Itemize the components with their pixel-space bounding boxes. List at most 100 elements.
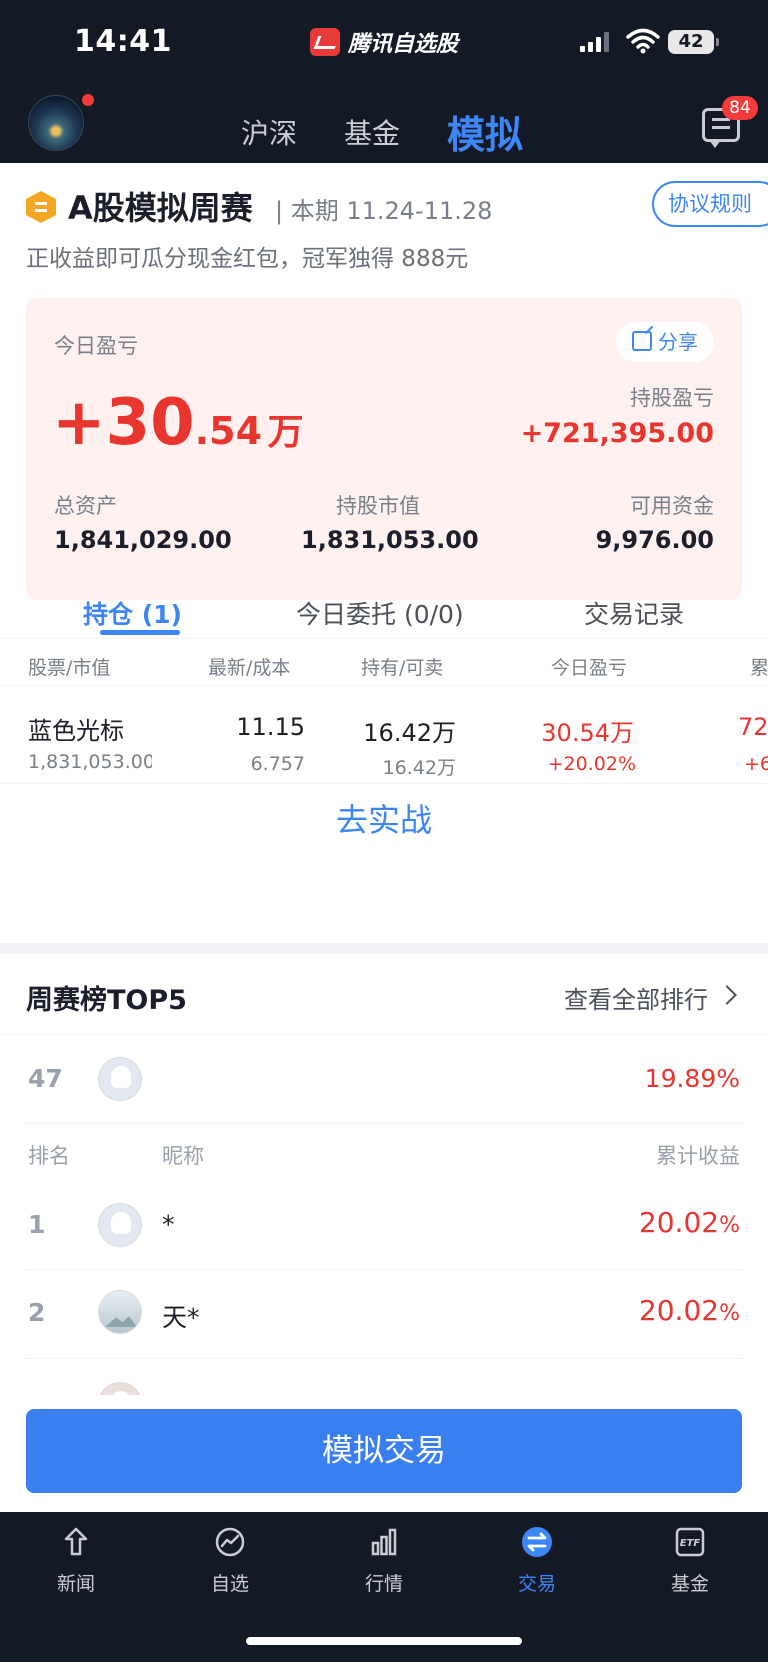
gain-percent-sign: % (719, 1213, 740, 1238)
available-cash-value: 9,976.00 (595, 526, 714, 554)
header-total-pnl: 累 (750, 657, 768, 679)
holding-shares: 16.42万 (363, 719, 456, 747)
user-avatar[interactable] (28, 95, 84, 151)
market-icon (371, 1528, 397, 1556)
user-nickname: * (162, 1210, 175, 1239)
today-pnl-unit: 万 (267, 412, 304, 453)
total-assets-label: 总资产 (54, 494, 117, 518)
my-rank: 47 (28, 1064, 63, 1093)
rank-header: 排名 (28, 1144, 70, 1168)
nav-news[interactable]: 新闻 (16, 1526, 136, 1596)
share-button[interactable]: 分享 (616, 322, 714, 362)
battery-indicator: 42 (668, 30, 719, 54)
rank-number: 2 (28, 1298, 46, 1327)
watchlist-icon (215, 1527, 245, 1557)
nav-watchlist-label: 自选 (210, 1573, 249, 1595)
today-pct-cell: +20.02% (547, 753, 636, 775)
tab-fund[interactable]: 基金 (344, 112, 400, 152)
app-logo-icon (310, 28, 340, 56)
cumulative-gain: 20.02% (639, 1294, 740, 1327)
nav-fund[interactable]: ETF 基金 (630, 1526, 750, 1596)
contest-title: A股模拟周赛 (68, 189, 253, 227)
cta-area: 模拟交易 (0, 1395, 768, 1512)
notification-dot (82, 94, 94, 106)
holding-pnl-label: 持股盈亏 (630, 386, 714, 410)
divider (0, 1034, 768, 1035)
divider (0, 638, 768, 639)
market-value-label: 持股市值 (336, 494, 420, 518)
nav-trade[interactable]: 交易 (477, 1526, 597, 1596)
my-avatar (98, 1057, 142, 1101)
top-header: 14:41 腾讯自选股 42 沪深 基金 模拟 84 (0, 0, 768, 163)
message-count-badge: 84 (722, 96, 758, 120)
rules-button[interactable]: 协议规则 (652, 181, 768, 227)
market-value-value: 1,831,053.00 (301, 526, 479, 554)
nav-market[interactable]: 行情 (324, 1526, 444, 1596)
tab-underline (100, 630, 180, 635)
cellular-signal-icon (580, 30, 609, 52)
divider (26, 1123, 742, 1124)
nav-market-label: 行情 (364, 1573, 403, 1595)
wifi-icon (626, 28, 660, 54)
my-gain: 19.89% (644, 1064, 740, 1093)
divider (26, 1358, 742, 1359)
gain-header: 累计收益 (656, 1144, 740, 1168)
user-avatar (98, 1290, 142, 1334)
bottom-navigation: 新闻 自选 行情 交易 ETF 基金 (0, 1512, 768, 1662)
status-app-name: 腾讯自选股 (310, 26, 458, 58)
header-price: 最新/成本 (208, 657, 291, 679)
go-real-trading-link[interactable]: 去实战 (0, 795, 768, 841)
status-time: 14:41 (74, 24, 172, 59)
gain-number: 20.02 (638, 1294, 720, 1327)
header-holding: 持有/可卖 (361, 657, 444, 679)
today-pnl-label: 今日盈亏 (54, 334, 138, 358)
nav-watchlist[interactable]: 自选 (170, 1526, 290, 1596)
tab-trade-records[interactable]: 交易记录 (584, 595, 684, 631)
pnl-card: 今日盈亏 分享 +30.54 万 持股盈亏 +721,395.00 总资产 1,… (26, 298, 742, 600)
news-icon (64, 1527, 88, 1556)
etf-icon: ETF (675, 1527, 705, 1557)
total-pnl-cell: 72 (738, 713, 768, 741)
tab-positions[interactable]: 持仓 (1) (83, 595, 182, 631)
share-label: 分享 (658, 330, 698, 354)
home-indicator (246, 1637, 522, 1645)
today-pnl-cell: 30.54万 (541, 719, 634, 747)
leaderboard-title: 周赛榜TOP5 (26, 985, 187, 1016)
today-pnl-decimal: .54 (194, 409, 263, 453)
nav-trade-label: 交易 (517, 1573, 556, 1595)
stock-name: 蓝色光标 (28, 717, 124, 745)
holding-pnl-value: +721,395.00 (520, 418, 714, 449)
user-avatar (98, 1203, 142, 1247)
nav-fund-label: 基金 (670, 1573, 709, 1595)
cost-price: 6.757 (250, 753, 305, 775)
main-content: A股模拟周赛 | 本期 11.24-11.28 协议规则 正收益即可瓜分现金红包… (0, 163, 768, 943)
contest-badge-icon (26, 191, 56, 223)
nickname-header: 昵称 (162, 1144, 204, 1168)
tab-simulation[interactable]: 模拟 (447, 104, 523, 159)
header-today-pnl: 今日盈亏 (551, 657, 628, 679)
divider (0, 783, 768, 784)
share-icon (632, 331, 652, 351)
latest-price: 11.15 (236, 713, 305, 741)
header-stock: 股票/市值 (28, 657, 111, 679)
divider (26, 1269, 742, 1270)
contest-period: | 本期 11.24-11.28 (275, 197, 493, 225)
gain-number: 20.02 (638, 1206, 720, 1239)
app-name-label: 腾讯自选股 (348, 32, 459, 57)
today-pnl-integer: +30 (52, 386, 195, 460)
total-assets-value: 1,841,029.00 (54, 526, 232, 554)
view-all-ranking-link[interactable]: 查看全部排行 (564, 980, 708, 1015)
tab-orders[interactable]: 今日委托 (0/0) (296, 595, 464, 631)
gain-percent-sign: % (719, 1301, 740, 1326)
contest-subtitle: 正收益即可瓜分现金红包，冠军独得 888元 (26, 246, 469, 272)
trade-icon (522, 1527, 552, 1557)
tab-hushen[interactable]: 沪深 (241, 112, 297, 152)
svg-text:ETF: ETF (680, 1538, 701, 1549)
sellable-shares: 16.42万 (382, 757, 456, 779)
nav-news-label: 新闻 (56, 1573, 95, 1595)
available-cash-label: 可用资金 (630, 494, 714, 518)
simulated-trade-button[interactable]: 模拟交易 (26, 1409, 742, 1493)
today-pnl-value: +30.54 万 (52, 386, 304, 460)
chevron-right-icon (717, 985, 737, 1005)
stock-market-value: 1,831,053.00 (28, 751, 152, 773)
